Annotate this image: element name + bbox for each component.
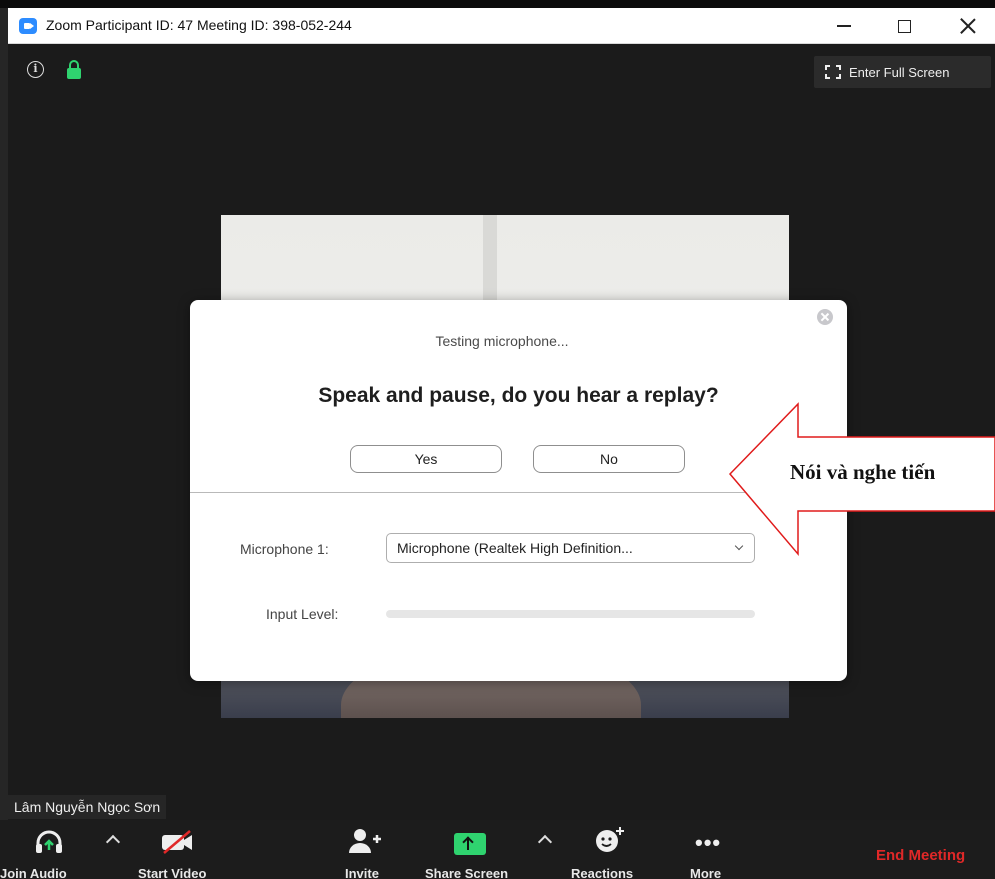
zoom-app-icon — [19, 18, 37, 34]
window-title: Zoom Participant ID: 47 Meeting ID: 398-… — [46, 17, 352, 33]
minimize-button[interactable] — [821, 8, 867, 44]
start-video-label: Start Video — [138, 866, 207, 879]
add-person-icon — [349, 829, 381, 853]
input-level-meter — [386, 610, 755, 618]
info-icon[interactable]: i — [27, 61, 44, 78]
fullscreen-icon — [825, 65, 841, 79]
more-dots-icon: ••• — [695, 830, 722, 855]
enter-fullscreen-button[interactable]: Enter Full Screen — [814, 56, 991, 88]
microphone-select[interactable]: Microphone (Realtek High Definition... — [386, 533, 755, 563]
headphones-icon — [36, 830, 62, 853]
window-left-edge — [0, 8, 8, 879]
microphone-selected-value: Microphone (Realtek High Definition... — [397, 540, 633, 556]
title-bar: Zoom Participant ID: 47 Meeting ID: 398-… — [8, 8, 995, 44]
video-off-icon — [162, 830, 192, 854]
share-options-caret-icon[interactable] — [537, 834, 553, 850]
invite-button[interactable]: Invite — [340, 820, 400, 879]
reactions-label: Reactions — [571, 866, 634, 879]
dialog-close-icon[interactable] — [817, 309, 833, 325]
annotation-text: Nói và nghe tiến — [790, 460, 936, 484]
testing-status: Testing microphone... — [435, 333, 569, 349]
yes-button[interactable]: Yes — [350, 445, 502, 473]
start-video-button[interactable]: Start Video — [130, 820, 225, 879]
join-audio-label: Join Audio — [0, 866, 67, 879]
microphone-label: Microphone 1: — [240, 541, 329, 557]
audio-options-caret-icon[interactable] — [105, 834, 121, 850]
maximize-icon — [897, 19, 911, 33]
maximize-button[interactable] — [881, 8, 927, 44]
fullscreen-label: Enter Full Screen — [849, 64, 950, 80]
no-button[interactable]: No — [533, 445, 685, 473]
input-level-label: Input Level: — [266, 606, 339, 622]
meeting-toolbar: Join Audio Start Video Invite Share Scre… — [0, 820, 995, 879]
more-label: More — [690, 866, 722, 879]
join-audio-button[interactable]: Join Audio — [0, 820, 95, 879]
close-window-button[interactable] — [945, 8, 991, 44]
invite-label: Invite — [345, 866, 379, 879]
reactions-button[interactable]: Reactions — [565, 820, 655, 879]
share-screen-label: Share Screen — [425, 866, 509, 879]
participant-name-tag: Lâm Nguyễn Ngọc Sơn — [8, 795, 167, 819]
end-meeting-button[interactable]: End Meeting — [876, 847, 965, 864]
screen-top-strip — [0, 0, 995, 8]
reaction-smiley-icon — [596, 827, 624, 852]
close-icon — [960, 18, 976, 34]
share-screen-icon — [454, 833, 486, 855]
minimize-icon — [837, 25, 851, 27]
lock-icon[interactable] — [67, 60, 81, 80]
